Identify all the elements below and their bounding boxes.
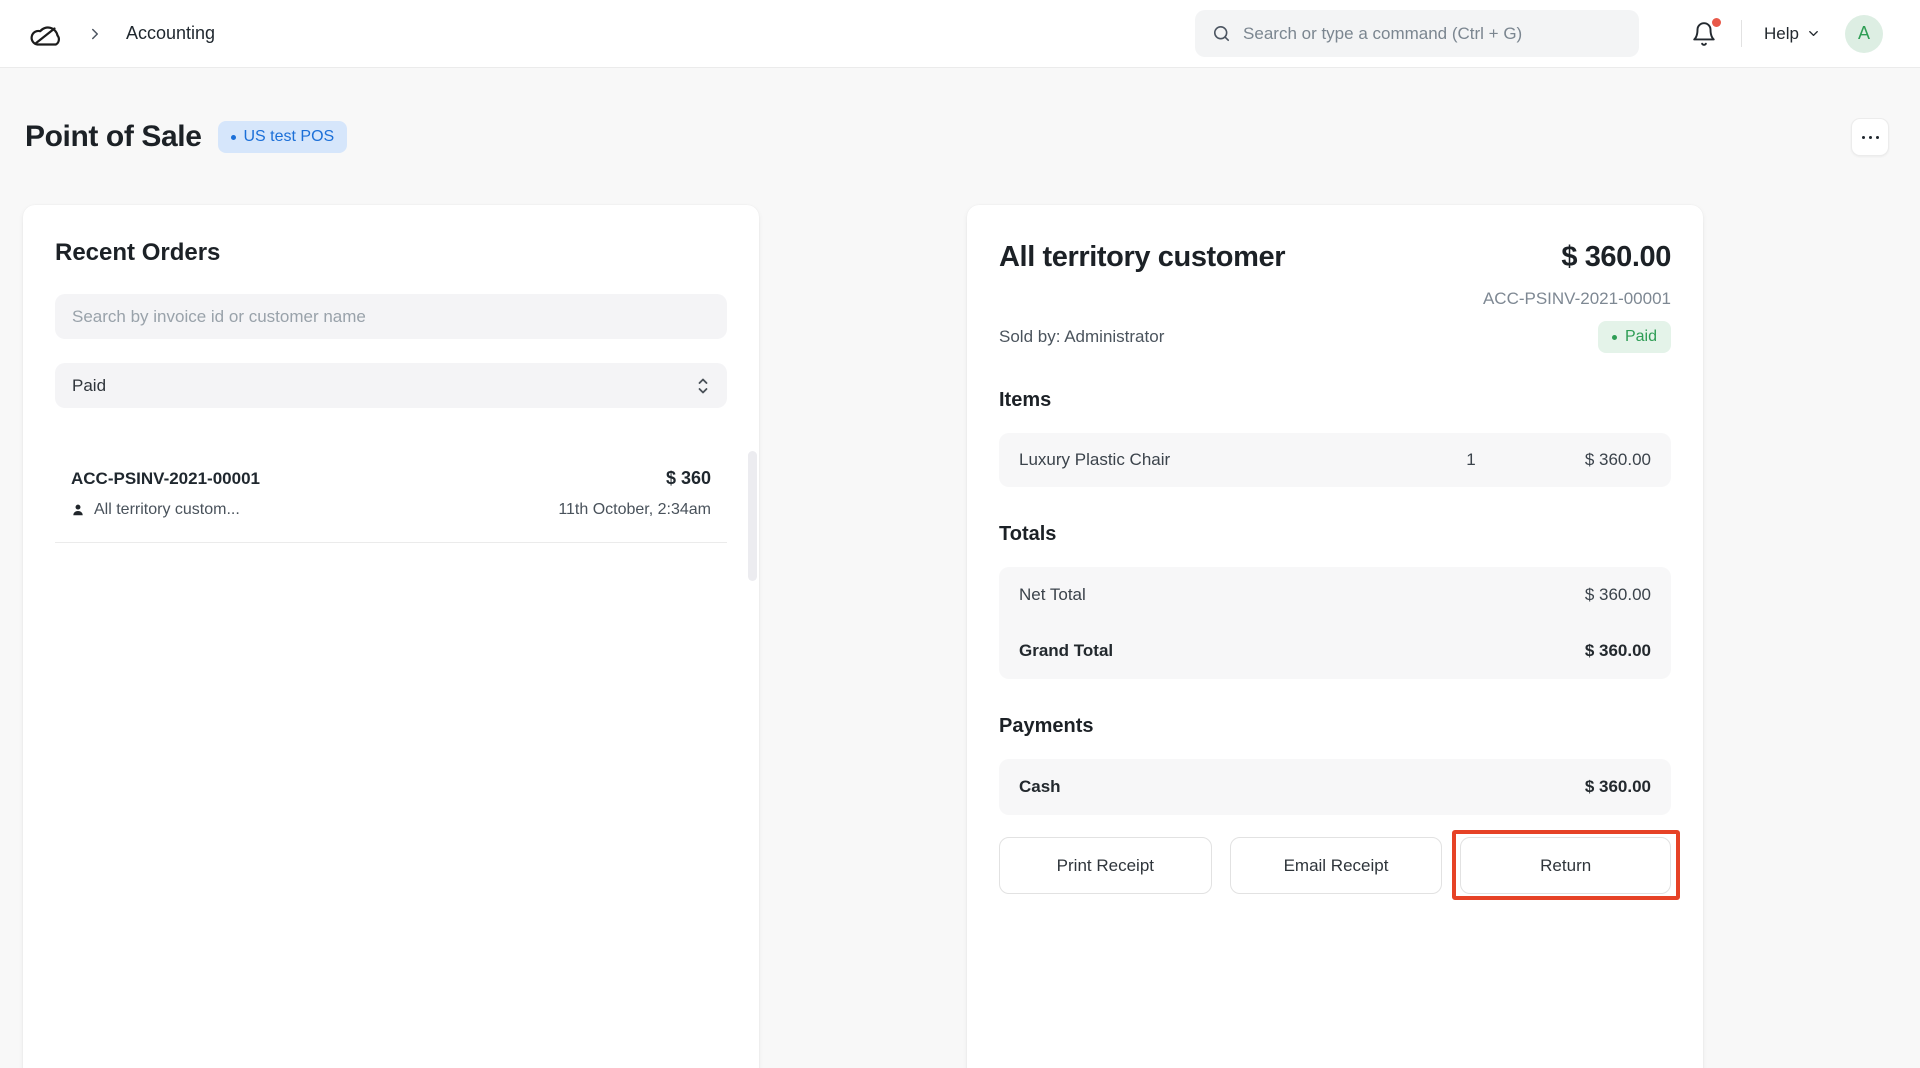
- net-total-row: Net Total $ 360.00: [999, 567, 1671, 623]
- grand-total-row: Grand Total $ 360.00: [999, 623, 1671, 679]
- recent-orders-title: Recent Orders: [55, 239, 727, 267]
- pos-profile-badge: US test POS: [218, 121, 348, 153]
- totals-section-title: Totals: [999, 523, 1671, 546]
- notifications-button[interactable]: [1689, 19, 1719, 49]
- items-section-title: Items: [999, 389, 1671, 412]
- help-label: Help: [1764, 24, 1799, 44]
- item-qty: 1: [1459, 450, 1483, 470]
- order-summary-card: All territory customer $ 360.00 ACC-PSIN…: [967, 205, 1703, 1068]
- more-options-button[interactable]: [1851, 118, 1889, 156]
- pos-profile-label: US test POS: [244, 128, 335, 146]
- breadcrumb: Accounting: [26, 18, 215, 50]
- search-icon: [1212, 24, 1231, 43]
- return-button[interactable]: Return: [1460, 837, 1671, 894]
- invoice-number: ACC-PSINV-2021-00001: [1483, 289, 1671, 309]
- app-logo[interactable]: [26, 18, 64, 50]
- page-header: Point of Sale US test POS: [25, 115, 1889, 159]
- sold-by-label: Sold by: Administrator: [999, 327, 1164, 347]
- order-datetime: 11th October, 2:34am: [558, 501, 711, 519]
- breadcrumb-item-accounting[interactable]: Accounting: [126, 23, 215, 44]
- order-amount: $ 360: [666, 468, 711, 489]
- item-amount: $ 360.00: [1541, 450, 1651, 470]
- navbar-actions: Help A: [1689, 15, 1883, 53]
- grand-total-value: $ 360.00: [1585, 641, 1651, 661]
- recent-orders-card: Recent Orders Paid ACC-PSINV-2021-00001 …: [23, 205, 759, 1068]
- items-panel: Luxury Plastic Chair 1 $ 360.00: [999, 433, 1671, 487]
- totals-panel: Net Total $ 360.00 Grand Total $ 360.00: [999, 567, 1671, 679]
- item-row: Luxury Plastic Chair 1 $ 360.00: [999, 433, 1671, 487]
- order-list: ACC-PSINV-2021-00001 $ 360 All territory…: [55, 450, 727, 543]
- global-search-input[interactable]: [1243, 24, 1622, 44]
- avatar-letter: A: [1858, 23, 1870, 44]
- order-status-value: Paid: [72, 376, 106, 396]
- status-dot-icon: [1612, 335, 1617, 340]
- status-label: Paid: [1625, 328, 1657, 346]
- order-search-input[interactable]: [55, 294, 727, 339]
- chevron-up-down-icon: [696, 376, 710, 396]
- top-navbar: Accounting Help A: [0, 0, 1920, 68]
- payments-section-title: Payments: [999, 715, 1671, 738]
- payment-amount: $ 360.00: [1585, 777, 1651, 797]
- status-badge: Paid: [1598, 321, 1671, 353]
- global-search[interactable]: [1195, 10, 1639, 57]
- chevron-down-icon: [1806, 26, 1821, 41]
- invoice-actions: Print Receipt Email Receipt Return: [999, 837, 1671, 894]
- order-customer-name: All territory custom...: [94, 501, 240, 519]
- help-dropdown[interactable]: Help: [1764, 24, 1821, 44]
- invoice-customer-name: All territory customer: [999, 241, 1285, 309]
- net-total-value: $ 360.00: [1585, 585, 1651, 605]
- payment-method: Cash: [1019, 777, 1585, 797]
- order-status-select[interactable]: Paid: [55, 363, 727, 408]
- person-icon: [71, 503, 85, 517]
- invoice-grand-total: $ 360.00: [1483, 241, 1671, 274]
- scrollbar-thumb[interactable]: [748, 451, 757, 581]
- chevron-right-icon: [86, 25, 104, 43]
- return-button-wrap: Return: [1460, 837, 1671, 894]
- grand-total-label: Grand Total: [1019, 641, 1585, 661]
- order-invoice-id: ACC-PSINV-2021-00001: [71, 469, 260, 489]
- email-receipt-button[interactable]: Email Receipt: [1230, 837, 1443, 894]
- ellipsis-icon: [1862, 136, 1879, 139]
- pos-past-order-layout: Recent Orders Paid ACC-PSINV-2021-00001 …: [23, 205, 1920, 1068]
- payment-row: Cash $ 360.00: [999, 759, 1671, 815]
- page-title: Point of Sale: [25, 120, 202, 154]
- print-receipt-button[interactable]: Print Receipt: [999, 837, 1212, 894]
- item-name: Luxury Plastic Chair: [1019, 450, 1459, 470]
- navbar-divider: [1741, 20, 1742, 47]
- badge-dot-icon: [231, 135, 236, 140]
- cloud-logo-icon: [26, 18, 64, 50]
- user-avatar[interactable]: A: [1845, 15, 1883, 53]
- notification-dot: [1712, 18, 1721, 27]
- net-total-label: Net Total: [1019, 585, 1585, 605]
- payments-panel: Cash $ 360.00: [999, 759, 1671, 815]
- order-list-item[interactable]: ACC-PSINV-2021-00001 $ 360 All territory…: [55, 450, 727, 543]
